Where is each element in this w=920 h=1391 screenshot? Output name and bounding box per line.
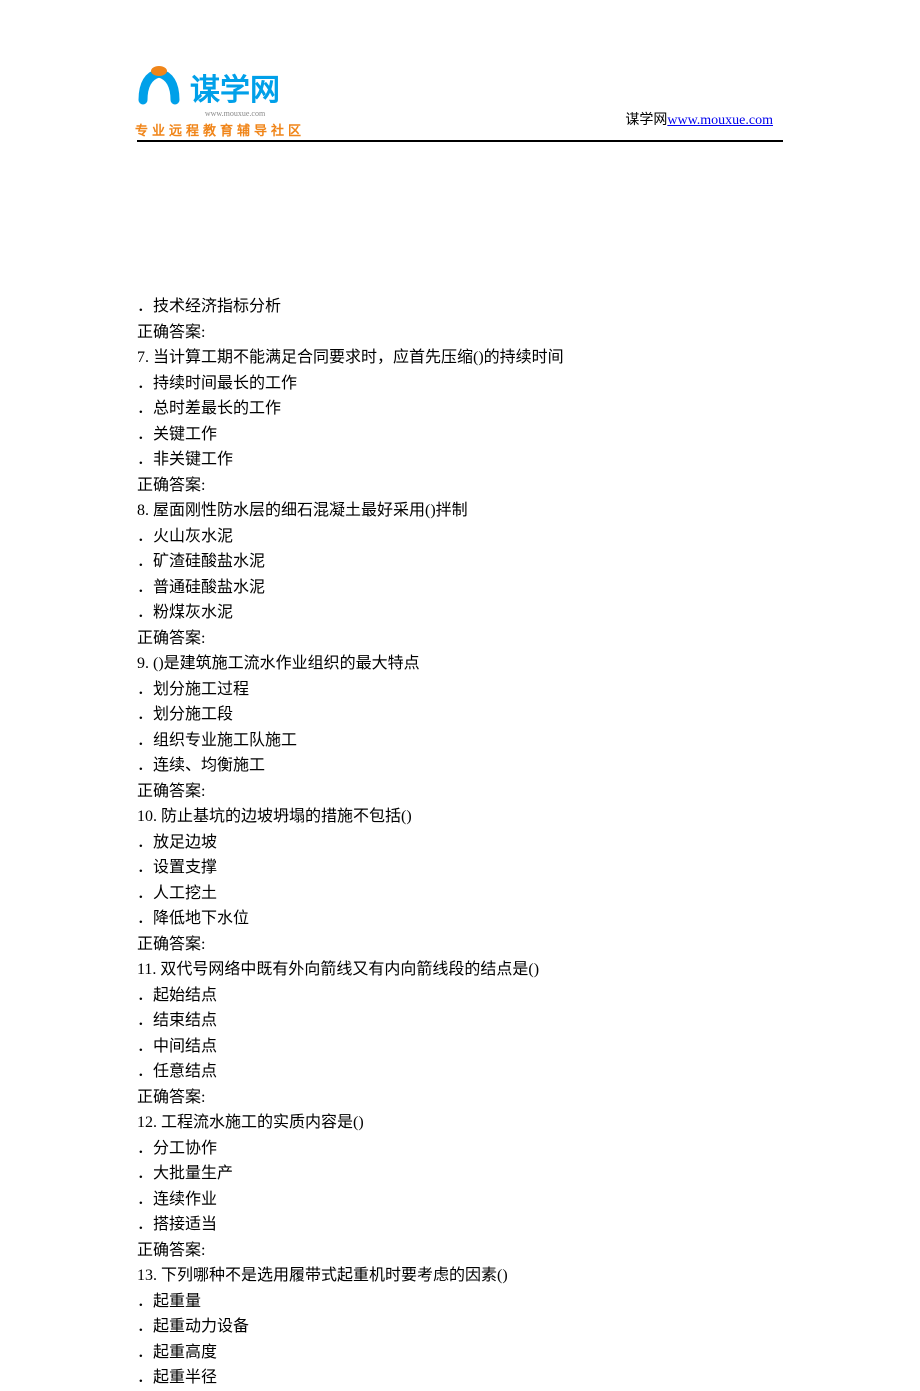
text-line: 7. 当计算工期不能满足合同要求时，应首先压缩()的持续时间 <box>137 345 783 371</box>
text-line: ．起重半径 <box>137 1365 783 1391</box>
text-line: ．技术经济指标分析 <box>137 294 783 320</box>
text-line: ．任意结点 <box>137 1059 783 1085</box>
text-line: 正确答案: <box>137 320 783 346</box>
text-line: 正确答案: <box>137 1085 783 1111</box>
header-link[interactable]: www.mouxue.com <box>667 113 773 128</box>
text-line: ．连续作业 <box>137 1187 783 1213</box>
text-line: ．大批量生产 <box>137 1161 783 1187</box>
text-line: ．粉煤灰水泥 <box>137 600 783 626</box>
text-line: 11. 双代号网络中既有外向箭线又有内向箭线段的结点是() <box>137 957 783 983</box>
logo-subtitle: 专业远程教育辅导社区 <box>135 120 315 139</box>
text-line: ．分工协作 <box>137 1136 783 1162</box>
text-line: 9. ()是建筑施工流水作业组织的最大特点 <box>137 651 783 677</box>
logo-chinese: 谋学网 <box>190 65 280 109</box>
page-header: 谋学网 www.mouxue.com 专业远程教育辅导社区 谋学网www.mou… <box>0 0 920 143</box>
header-right: 谋学网www.mouxue.com <box>625 109 773 129</box>
text-line: ．划分施工段 <box>137 702 783 728</box>
text-line: 正确答案: <box>137 779 783 805</box>
text-line: ．起重量 <box>137 1289 783 1315</box>
text-line: ．关键工作 <box>137 422 783 448</box>
text-line: ．搭接适当 <box>137 1212 783 1238</box>
text-line: ．人工挖土 <box>137 881 783 907</box>
text-line: ．普通硅酸盐水泥 <box>137 575 783 601</box>
text-line: ．划分施工过程 <box>137 677 783 703</box>
text-line: 正确答案: <box>137 473 783 499</box>
text-line: ．结束结点 <box>137 1008 783 1034</box>
text-line: ．总时差最长的工作 <box>137 396 783 422</box>
text-line: ．连续、均衡施工 <box>137 753 783 779</box>
text-line: 12. 工程流水施工的实质内容是() <box>137 1110 783 1136</box>
text-line: 正确答案: <box>137 932 783 958</box>
text-line: 13. 下列哪种不是选用履带式起重机时要考虑的因素() <box>137 1263 783 1289</box>
text-line: ．中间结点 <box>137 1034 783 1060</box>
logo: 谋学网 www.mouxue.com 专业远程教育辅导社区 <box>135 65 315 125</box>
text-line: ．降低地下水位 <box>137 906 783 932</box>
text-line: ．持续时间最长的工作 <box>137 371 783 397</box>
document-content: ．技术经济指标分析 正确答案: 7. 当计算工期不能满足合同要求时，应首先压缩(… <box>0 143 920 1391</box>
logo-text: 谋学网 www.mouxue.com <box>190 65 280 118</box>
text-line: 10. 防止基坑的边坡坍塌的措施不包括() <box>137 804 783 830</box>
text-line: ．起始结点 <box>137 983 783 1009</box>
text-line: 8. 屋面刚性防水层的细石混凝土最好采用()拌制 <box>137 498 783 524</box>
header-right-prefix: 谋学网 <box>625 113 667 128</box>
header-divider <box>137 140 783 142</box>
logo-url-small: www.mouxue.com <box>190 109 280 118</box>
text-line: ．火山灰水泥 <box>137 524 783 550</box>
text-line: 正确答案: <box>137 626 783 652</box>
text-line: ．起重动力设备 <box>137 1314 783 1340</box>
text-line: ．起重高度 <box>137 1340 783 1366</box>
text-line: 正确答案: <box>137 1238 783 1264</box>
logo-icon <box>135 65 183 110</box>
text-line: ．放足边坡 <box>137 830 783 856</box>
text-line: ．非关键工作 <box>137 447 783 473</box>
text-line: ．矿渣硅酸盐水泥 <box>137 549 783 575</box>
text-line: ．设置支撑 <box>137 855 783 881</box>
text-line: ．组织专业施工队施工 <box>137 728 783 754</box>
